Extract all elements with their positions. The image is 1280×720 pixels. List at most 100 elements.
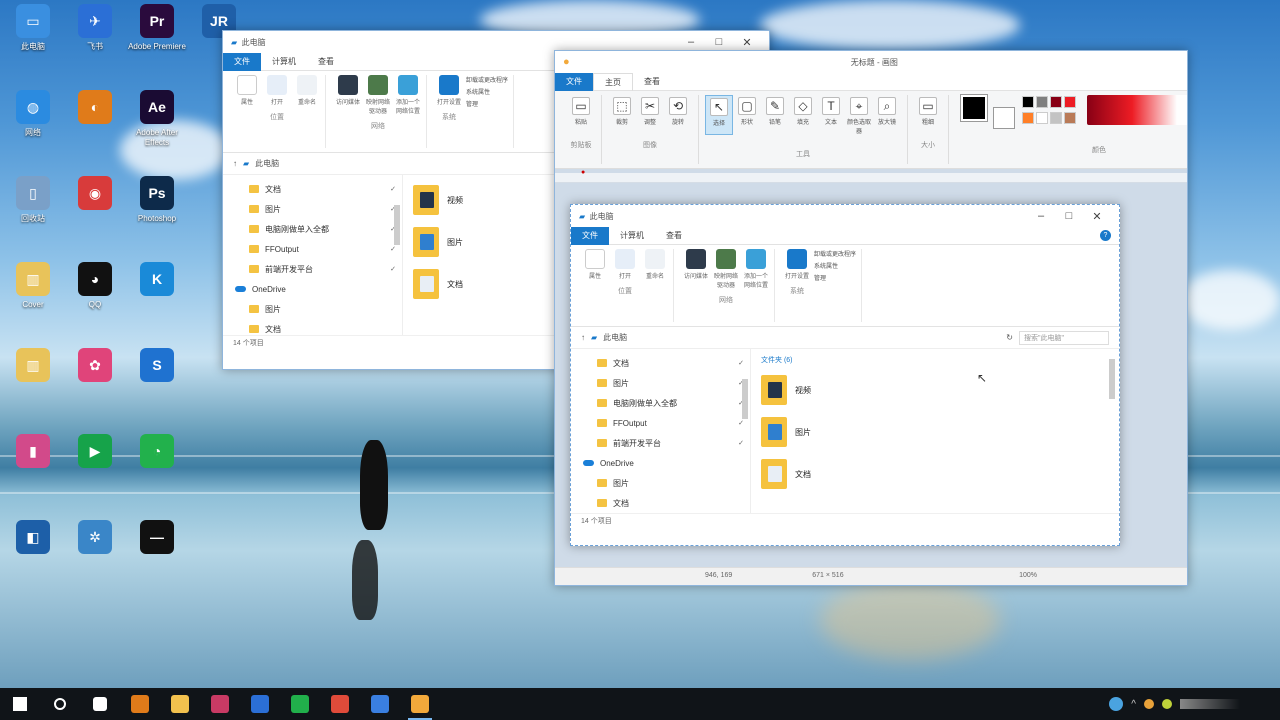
tool-铅笔[interactable]: ✎ 铅笔 [761, 95, 789, 135]
notification-icon[interactable] [1180, 699, 1240, 709]
taskbar-cortana[interactable] [40, 688, 80, 720]
nav-item[interactable]: 文档 ✓ [249, 179, 396, 199]
minimize-button[interactable]: – [1027, 210, 1055, 222]
desktop-icon[interactable]: K [126, 262, 188, 320]
uninstall-link[interactable]: 卸载或更改程序 [814, 249, 856, 261]
scrollbar[interactable] [1109, 359, 1115, 399]
nav-item[interactable]: 文档 [249, 319, 396, 339]
taskbar-word-app[interactable] [240, 688, 280, 720]
color-swatch[interactable] [1050, 96, 1062, 108]
system-properties-link[interactable]: 系统属性 [814, 261, 856, 273]
nav-item[interactable]: OneDrive [235, 279, 396, 299]
color1-swatch[interactable] [960, 94, 988, 122]
desktop-icon[interactable]: ▥ Cover [2, 262, 64, 320]
properties-button[interactable]: 属性 [582, 249, 608, 280]
nav-item[interactable]: 图片✓ [597, 373, 744, 393]
scrollbar[interactable] [394, 205, 400, 245]
manage-link[interactable]: 管理 [466, 99, 508, 111]
add-network-location-button[interactable]: 添加一个网络位置 [743, 249, 769, 289]
maximize-button[interactable]: □ [1055, 210, 1083, 222]
folder-item[interactable]: 图片 [761, 411, 1109, 453]
desktop-icon[interactable]: ▮ [2, 434, 64, 492]
properties-button[interactable]: 属性 [234, 75, 260, 106]
map-drive-button[interactable]: 映射网络驱动器 [713, 249, 739, 289]
taskbar-paint[interactable] [400, 688, 440, 720]
tool-颜色选取器[interactable]: ⌖ 颜色选取器 [845, 95, 873, 135]
desktop-icon[interactable]: ✿ [64, 348, 126, 406]
tool-放大镜[interactable]: ⌕ 放大镜 [873, 95, 901, 135]
title-bar[interactable]: ● 无标题 - 画图 [555, 51, 1187, 73]
folder-item[interactable]: 文档 [761, 453, 1109, 495]
add-network-location-button[interactable]: 添加一个网络位置 [395, 75, 421, 115]
tab-view[interactable]: 查看 [307, 53, 345, 71]
nav-item[interactable]: 文档 ✓ [597, 353, 744, 373]
color-swatch[interactable] [1064, 96, 1076, 108]
nav-item[interactable]: FFOutput ✓ [597, 413, 744, 433]
nav-item[interactable]: FFOutput ✓ [249, 239, 396, 259]
explorer-window-front[interactable]: ▰ 此电脑 – □ ✕ 文件 计算机 查看 ? 属性 打开 重命名 位置 访问媒… [570, 204, 1120, 546]
taskbar-app-store[interactable] [80, 688, 120, 720]
desktop-icon[interactable]: ✲ [64, 520, 126, 578]
nav-item[interactable]: 图片✓ [249, 199, 396, 219]
taskbar-wps[interactable] [120, 688, 160, 720]
app-tray-icon[interactable] [1109, 697, 1124, 711]
taskbar-chrome[interactable] [320, 688, 360, 720]
map-drive-button[interactable]: 映射网络驱动器 [365, 75, 391, 115]
tool-选择[interactable]: ↖ 选择 [705, 95, 733, 135]
desktop-icon[interactable]: S [126, 348, 188, 406]
desktop-icon[interactable]: Pr Adobe Premiere [126, 4, 188, 62]
desktop-icon[interactable]: ◉ [64, 176, 126, 234]
tab-file[interactable]: 文件 [555, 72, 593, 91]
taskbar-feishu[interactable] [360, 688, 400, 720]
desktop-icon[interactable]: ▯ 回收站 [2, 176, 64, 234]
color-swatch[interactable] [1036, 112, 1048, 124]
tool-形状[interactable]: ▢ 形状 [733, 95, 761, 135]
nav-item[interactable]: 电脑刚做单入全都✓ [249, 219, 396, 239]
nav-item[interactable]: 前端开发平台 ✓ [249, 259, 396, 279]
nav-item[interactable]: 电脑刚做单入全都✓ [597, 393, 744, 413]
rename-button[interactable]: 重命名 [642, 249, 668, 280]
desktop-icon[interactable]: ◕ QQ [64, 262, 126, 320]
close-button[interactable]: ✕ [733, 36, 761, 49]
scrollbar[interactable] [742, 379, 748, 419]
tool-裁剪[interactable]: ⬚ 裁剪 [608, 95, 636, 126]
chevron-up-icon[interactable]: ^ [1131, 699, 1136, 710]
tab-view[interactable]: 查看 [655, 227, 693, 245]
search-input[interactable]: 搜索"此电脑" [1019, 330, 1109, 345]
tool-粘贴[interactable]: ▭ 粘贴 [567, 95, 595, 126]
taskbar-windows-start[interactable] [0, 688, 40, 720]
tab-computer[interactable]: 计算机 [609, 227, 655, 245]
color-swatch[interactable] [1036, 96, 1048, 108]
color-swatch[interactable] [1064, 112, 1076, 124]
desktop-icon[interactable]: Ps Photoshop [126, 176, 188, 234]
taskbar-red-app[interactable] [200, 688, 240, 720]
desktop-icon[interactable]: Ae Adobe After Effects [126, 90, 188, 148]
minimize-button[interactable]: – [677, 36, 705, 48]
uninstall-link[interactable]: 卸载或更改程序 [466, 75, 508, 87]
tab-home[interactable]: 主页 [593, 72, 633, 91]
manage-link[interactable]: 管理 [814, 273, 856, 285]
access-media-button[interactable]: 访问媒体 [683, 249, 709, 289]
close-button[interactable]: ✕ [1083, 210, 1111, 223]
access-media-button[interactable]: 访问媒体 [335, 75, 361, 115]
nav-item[interactable]: 文档 [597, 493, 744, 513]
up-arrow-icon[interactable]: ↑ [581, 333, 585, 342]
title-bar[interactable]: ▰ 此电脑 – □ ✕ [571, 205, 1119, 227]
color2-swatch[interactable] [993, 107, 1015, 129]
nav-item[interactable]: 前端开发平台 ✓ [597, 433, 744, 453]
section-header[interactable]: 文件夹 (6) [761, 353, 1109, 369]
desktop-icon[interactable]: ✈ 飞书 [64, 4, 126, 62]
tool-调整[interactable]: ✂ 调整 [636, 95, 664, 126]
tab-file[interactable]: 文件 [223, 52, 261, 71]
open-button[interactable]: 打开 [612, 249, 638, 280]
folder-item[interactable]: 视频 [761, 369, 1109, 411]
refresh-icon[interactable]: ↻ [1006, 333, 1013, 342]
taskbar-wechat[interactable] [280, 688, 320, 720]
desktop-icon[interactable]: ◍ 网络 [2, 90, 64, 148]
open-button[interactable]: 打开 [264, 75, 290, 106]
desktop-icon[interactable]: ◐ [64, 90, 126, 148]
open-settings-button[interactable]: 打开设置 [436, 75, 462, 106]
tool-旋转[interactable]: ⟲ 旋转 [664, 95, 692, 126]
system-properties-link[interactable]: 系统属性 [466, 87, 508, 99]
desktop-icon[interactable]: ◧ [2, 520, 64, 578]
